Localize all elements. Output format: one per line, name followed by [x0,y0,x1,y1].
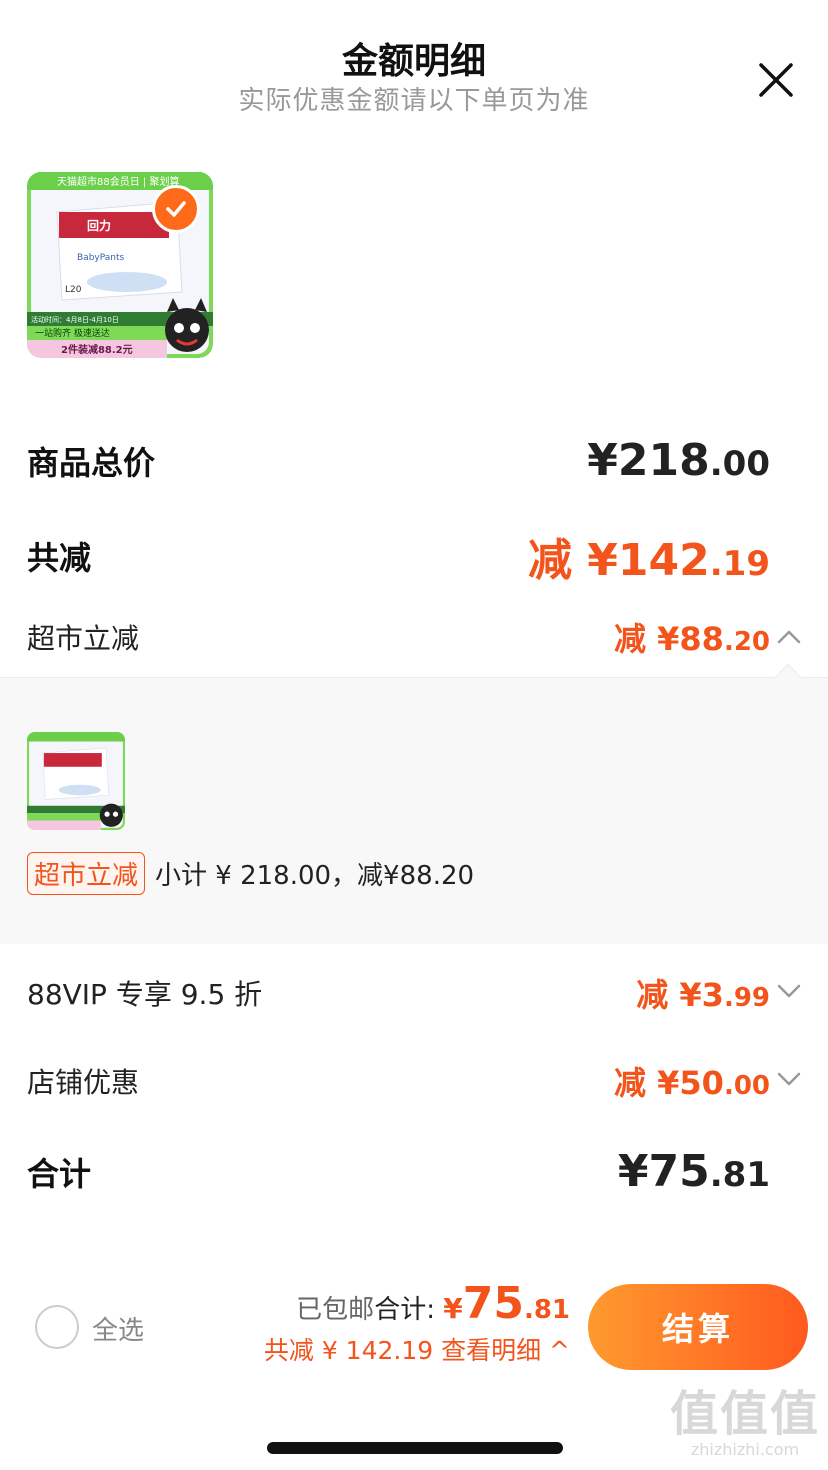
thumb-product-line: BabyPants [77,253,124,263]
close-button[interactable] [758,62,794,98]
product-selected-check[interactable] [152,185,200,233]
thumb-slogan: 一站购齐 极速送达 [35,327,110,339]
checkout-total-dec: .81 [523,1295,570,1325]
page-subtitle: 实际优惠金额请以下单页为准 [238,86,590,116]
checkout-total-label: 合计: [374,1295,435,1325]
total-price-value: ¥218.00 [587,435,770,486]
checkout-total-line: 已包邮合计: ¥75.81 [264,1278,570,1329]
sum-value: ¥75.81 [617,1146,770,1197]
thumb-size: L20 [65,285,82,295]
total-price-label: 商品总价 [27,443,156,482]
detail-subtotal-text: 小计 ¥ 218.00，减¥88.20 [155,861,475,891]
panel-pointer [773,663,803,693]
detail-product-thumbnail[interactable] [27,732,125,830]
sum-label: 合计 [27,1154,92,1193]
detail-line: 超市立减 小计 ¥ 218.00，减¥88.20 [27,852,474,895]
page-title: 金额明细 [341,41,486,82]
market-discount-label: 超市立减 [27,622,140,655]
chevron-down-icon[interactable] [776,978,802,1004]
store-discount-value: 减 ¥50.00 [613,1064,770,1102]
market-discount-value: 减 ¥88.20 [613,620,770,658]
store-discount-row[interactable]: 店铺优惠 减 ¥50.00 [27,1058,770,1104]
shipping-label: 已包邮 [296,1295,375,1325]
home-indicator [267,1442,563,1454]
product-image-small [27,732,125,830]
total-discount-row: 共减 减 ¥142.19 [27,524,770,588]
sheet-header: 金额明细 实际优惠金额请以下单页为准 [0,0,828,130]
thumb-brand: 回力 [87,218,111,233]
total-price-row: 商品总价 ¥218.00 [27,435,770,486]
thumb-activity: 活动时间：4月8日-4月10日 [31,315,119,324]
store-discount-label: 店铺优惠 [27,1066,140,1099]
chevron-up-icon[interactable] [776,624,802,650]
vip-discount-label: 88VIP 专享 9.5 折 [27,978,263,1011]
market-discount-row[interactable]: 超市立减 减 ¥88.20 [27,614,770,660]
thumb-banner-text: 天猫超市88会员日 | 聚划算 [57,175,179,188]
watermark-logo: 值值值 [669,1386,820,1442]
check-icon [166,201,186,217]
chevron-down-icon[interactable] [776,1066,802,1092]
checkout-bar: 全选 已包邮合计: ¥75.81 共减 ¥ 142.19 查看明细 ^ 结算 [0,1270,828,1400]
view-details-link[interactable]: 共减 ¥ 142.19 查看明细 ^ [264,1331,570,1367]
total-discount-label: 共减 [27,539,92,577]
checkout-total-int: 75 [462,1278,524,1329]
sum-row: 合计 ¥75.81 [27,1146,770,1197]
select-all-label[interactable]: 全选 [92,1310,144,1347]
vip-discount-row[interactable]: 88VIP 专享 9.5 折 减 ¥3.99 [27,970,770,1016]
checkout-button[interactable]: 结算 [588,1284,808,1370]
thumb-deal: 2件装减88.2元 [61,343,133,356]
checkout-summary: 已包邮合计: ¥75.81 共减 ¥ 142.19 查看明细 ^ [264,1278,570,1367]
select-all-radio[interactable] [35,1305,79,1349]
market-discount-tag: 超市立减 [27,852,146,895]
currency-symbol: ¥ [443,1292,463,1325]
close-icon [759,63,793,97]
watermark-site: zhizhizhi.com [690,1440,800,1459]
vip-discount-value: 减 ¥3.99 [636,976,770,1014]
total-discount-value: 减 ¥142.19 [527,535,770,586]
watermark: 值值值 zhizhizhi.com [670,1388,820,1459]
